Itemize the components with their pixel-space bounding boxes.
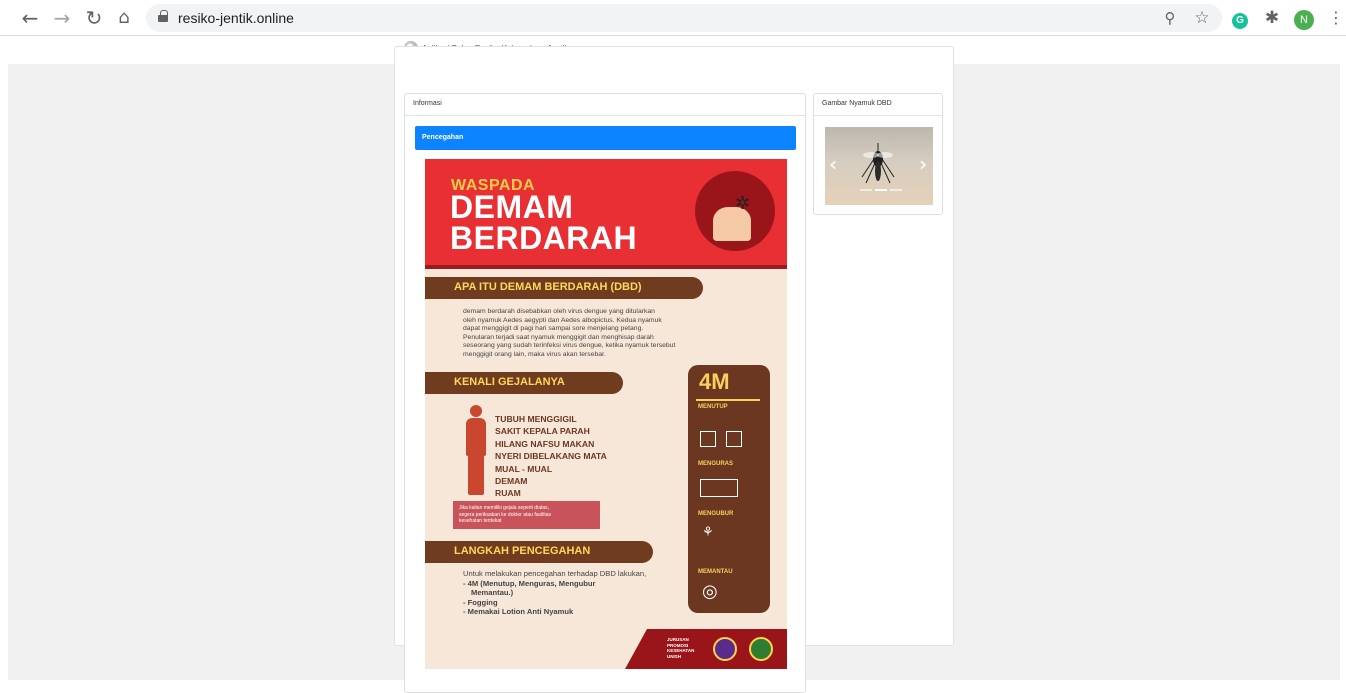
section-what-is-dbd-label: APA ITU DEMAM BERDARAH (DBD) [454, 281, 642, 293]
section-prevention-steps: LANGKAH PENCEGAHAN [425, 541, 653, 563]
poster-header-stripe [425, 265, 787, 269]
eye-icon: ◎ [702, 581, 718, 602]
profile-avatar[interactable]: N [1292, 6, 1316, 30]
symptom-note: Jika kalian memiliki gejala seperti diat… [453, 501, 600, 529]
footer-org: JURUSAN PROMOSI KESEHATAN UNISH [667, 637, 694, 659]
mosquito-photo [861, 143, 895, 184]
footer-org-line: KESEHATAN [667, 648, 695, 653]
carousel-indicator-active[interactable] [875, 189, 887, 191]
poster-title-line2: BERDARAH [450, 220, 638, 256]
dbd-poster-image: WASPADA DEMAM BERDARAH ✲ APA ITU DEMAM B… [425, 159, 787, 669]
drain-icon [700, 479, 738, 497]
forward-icon[interactable]: → [50, 6, 74, 30]
carousel-indicator[interactable] [890, 189, 902, 191]
mosquito-carousel[interactable]: ‹ › [825, 127, 933, 205]
human-body-icon [463, 405, 489, 495]
symptom-item: SAKIT KEPALA PARAH [495, 426, 590, 437]
section-what-is-dbd: APA ITU DEMAM BERDARAH (DBD) [425, 277, 703, 299]
hand-mosquito-icon: ✲ [695, 171, 775, 251]
department-seal-icon [749, 637, 773, 661]
prevention-line: - Memakai Lotion Anti Nyamuk [463, 607, 574, 617]
prevention-header: Pencegahan [415, 126, 796, 150]
what-is-dbd-line: oleh nyamuk Aedes aegypti dan Aedes albo… [463, 316, 662, 324]
symptom-item: NYERI DIBELAKANG MATA [495, 451, 607, 462]
zoom-icon[interactable]: ⚲ [1158, 6, 1182, 30]
info-card-title: Informasi [405, 94, 805, 116]
what-is-dbd-line: demam berdarah disebabkan oleh virus den… [463, 308, 655, 315]
4m-mengubur: MENGUBUR [698, 511, 734, 517]
carousel-indicators [860, 189, 902, 191]
symptom-item: HILANG NAFSU MAKAN [495, 438, 595, 449]
what-is-dbd-line: dapat menggigit di pagi hari sampai sore… [463, 325, 644, 333]
reload-icon[interactable]: ↻ [82, 6, 106, 30]
symptom-note-line: segera periksakan ke dokter atau fasilit… [459, 511, 551, 518]
what-is-dbd-line: Penularan terjadi saat nyamuk menggigit … [463, 333, 654, 341]
4m-title: 4M [699, 369, 730, 394]
grammarly-icon[interactable]: G [1228, 6, 1252, 30]
4m-memantau: MEMANTAU [698, 569, 733, 575]
symptom-note-line: kesehatan terdekat [459, 518, 502, 525]
mosquito-gallery-card: Gambar Nyamuk DBD ‹ › [813, 93, 943, 215]
university-seal-icon [713, 637, 737, 661]
carousel-prev-icon[interactable]: ‹ [829, 152, 837, 176]
poster-footer: JURUSAN PROMOSI KESEHATAN UNISH [425, 629, 787, 669]
symptom-item: RUAM [495, 488, 521, 499]
browser-toolbar: ← → ↻ ⌂ resiko-jentik.online ⚲ ☆ G ✱ N ⋮ [0, 0, 1346, 36]
poster-title: DEMAM BERDARAH [450, 189, 638, 256]
poster-footer-band: JURUSAN PROMOSI KESEHATAN UNISH [625, 629, 787, 669]
symptom-list: TUBUH MENGGIGIL SAKIT KEPALA PARAH HILAN… [495, 413, 607, 500]
prevention-line: - 4M (Menutup, Menguras, Mengubur [463, 578, 596, 588]
what-is-dbd-line: seseorang yang sudah terinfeksi virus de… [463, 342, 676, 350]
lock-icon[interactable] [158, 10, 168, 22]
poster-header: WASPADA DEMAM BERDARAH ✲ [425, 159, 787, 269]
symptom-item: DEMAM [495, 476, 528, 487]
symptom-item: TUBUH MENGGIGIL [495, 414, 577, 424]
container-closed-icon [700, 431, 716, 447]
url-text[interactable]: resiko-jentik.online [178, 10, 294, 26]
symptom-note-line: Jika kalian memiliki gejala seperti diat… [459, 505, 550, 511]
what-is-dbd-text: demam berdarah disebabkan oleh virus den… [463, 308, 675, 360]
4m-menguras: MENGURAS [698, 461, 734, 467]
section-symptoms-label: KENALI GEJALANYA [454, 376, 565, 388]
poster-title-line1: DEMAM [450, 189, 574, 225]
carousel-next-icon[interactable]: › [919, 152, 927, 176]
4m-panel: 4M MENUTUP MENGURAS MENGUBUR ⚘ MEMANTAU … [688, 365, 770, 613]
back-icon[interactable]: ← [18, 6, 42, 30]
extensions-icon[interactable]: ✱ [1260, 6, 1284, 30]
section-prevention-label: LANGKAH PENCEGAHAN [454, 545, 591, 557]
section-symptoms: KENALI GEJALANYA [425, 372, 623, 394]
home-icon[interactable]: ⌂ [112, 6, 136, 30]
gallery-card-title: Gambar Nyamuk DBD [814, 94, 942, 116]
mosquito-icon: ✲ [735, 193, 751, 214]
symptom-item: MUAL - MUAL [495, 463, 553, 474]
prevention-line: Memantau.) [471, 588, 514, 598]
address-bar[interactable]: resiko-jentik.online [146, 4, 1222, 32]
prevention-steps: Untuk melakukan pencegahan terhadap DBD … [463, 569, 646, 617]
4m-divider [696, 399, 760, 401]
menu-icon[interactable]: ⋮ [1324, 6, 1346, 30]
star-icon[interactable]: ☆ [1190, 6, 1214, 30]
footer-org-line: UNISH [667, 653, 682, 659]
container-closed-icon [726, 431, 742, 447]
carousel-indicator[interactable] [860, 189, 872, 191]
bury-icon: ⚘ [702, 525, 714, 540]
prevention-line: Untuk melakukan pencegahan terhadap DBD … [463, 569, 647, 578]
4m-menutup: MENUTUP [698, 404, 728, 410]
prevention-line: - Fogging [463, 597, 498, 607]
what-is-dbd-line: menggigit orang lain, maka virus akan te… [463, 350, 606, 358]
